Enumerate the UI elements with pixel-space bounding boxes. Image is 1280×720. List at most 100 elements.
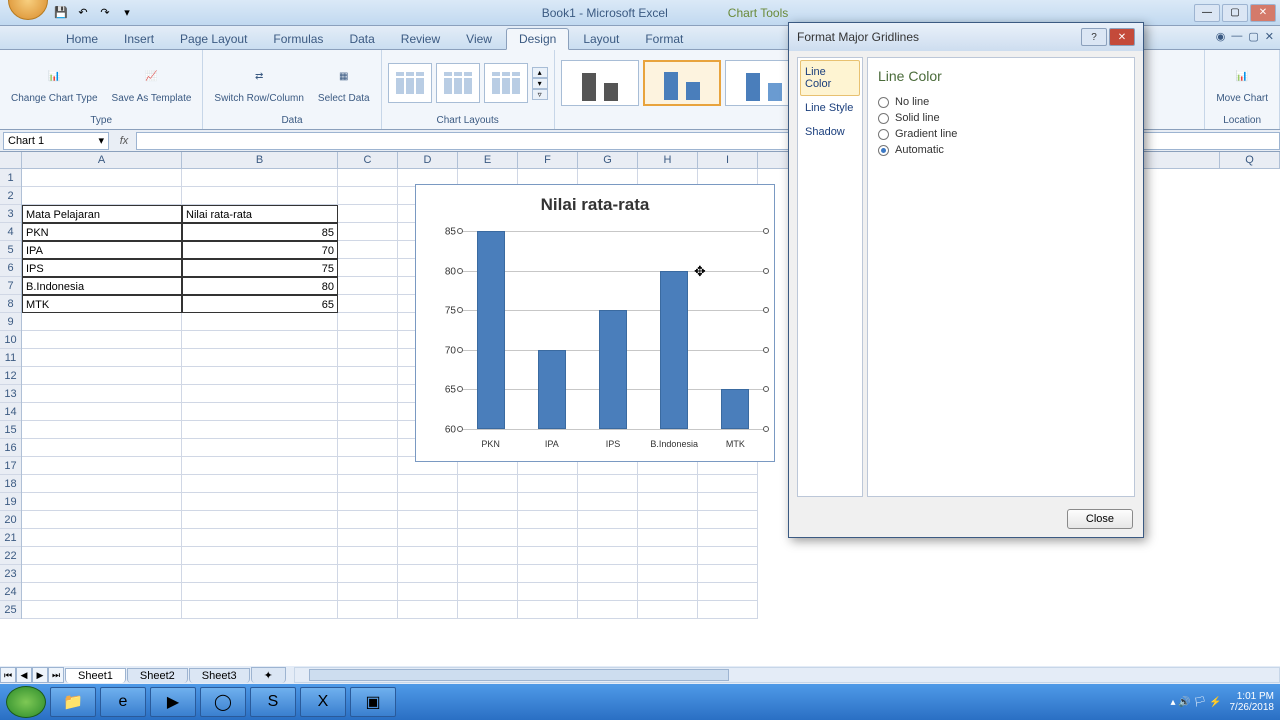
- cell[interactable]: [182, 169, 338, 187]
- chart-style-1[interactable]: [561, 60, 639, 106]
- new-sheet-button[interactable]: ✦: [251, 667, 286, 683]
- chart-title[interactable]: Nilai rata-rata: [416, 185, 774, 221]
- cell[interactable]: [338, 529, 398, 547]
- row-header[interactable]: 13: [0, 385, 21, 403]
- tab-nav-first-icon[interactable]: ⏮: [0, 667, 16, 683]
- row-header[interactable]: 18: [0, 475, 21, 493]
- row-header[interactable]: 17: [0, 457, 21, 475]
- row-header[interactable]: 23: [0, 565, 21, 583]
- gridline[interactable]: 85: [460, 231, 766, 232]
- tab-formulas[interactable]: Formulas: [261, 29, 335, 49]
- cell[interactable]: [578, 601, 638, 619]
- row-header[interactable]: 14: [0, 403, 21, 421]
- cell[interactable]: [338, 565, 398, 583]
- cell[interactable]: [638, 511, 698, 529]
- cell[interactable]: IPA: [22, 241, 182, 259]
- tab-insert[interactable]: Insert: [112, 29, 166, 49]
- cell[interactable]: [578, 493, 638, 511]
- cell[interactable]: [182, 493, 338, 511]
- cell[interactable]: [22, 475, 182, 493]
- cell[interactable]: [182, 421, 338, 439]
- horizontal-scrollbar[interactable]: [294, 667, 1280, 683]
- doc-close-icon[interactable]: ✕: [1265, 30, 1274, 43]
- cell[interactable]: [338, 439, 398, 457]
- row-header[interactable]: 1: [0, 169, 21, 187]
- chart-bar[interactable]: [538, 350, 566, 429]
- cell[interactable]: [518, 547, 578, 565]
- row-header[interactable]: 3: [0, 205, 21, 223]
- taskbar-media-icon[interactable]: ▶: [150, 687, 196, 717]
- name-box[interactable]: Chart 1▾: [3, 132, 109, 150]
- chart-layout-2[interactable]: [436, 63, 480, 103]
- tab-nav-next-icon[interactable]: ▶: [32, 667, 48, 683]
- col-header[interactable]: D: [398, 152, 458, 168]
- row-header[interactable]: 22: [0, 547, 21, 565]
- cell[interactable]: [338, 169, 398, 187]
- cell[interactable]: [518, 493, 578, 511]
- row-header[interactable]: 12: [0, 367, 21, 385]
- cell[interactable]: [182, 475, 338, 493]
- cell[interactable]: [338, 511, 398, 529]
- cell[interactable]: [458, 583, 518, 601]
- save-as-template-button[interactable]: 📈 Save As Template: [107, 60, 197, 107]
- row-header[interactable]: 16: [0, 439, 21, 457]
- nav-shadow[interactable]: Shadow: [800, 120, 860, 144]
- cell[interactable]: [22, 385, 182, 403]
- cell[interactable]: [338, 241, 398, 259]
- cell[interactable]: [22, 511, 182, 529]
- row-header[interactable]: 8: [0, 295, 21, 313]
- row-header[interactable]: 19: [0, 493, 21, 511]
- tab-nav-last-icon[interactable]: ⏭: [48, 667, 64, 683]
- cell[interactable]: [698, 583, 758, 601]
- cell[interactable]: [22, 529, 182, 547]
- cell[interactable]: [338, 367, 398, 385]
- cell[interactable]: 65: [182, 295, 338, 313]
- qat-undo-icon[interactable]: ↶: [74, 4, 92, 22]
- row-header[interactable]: 20: [0, 511, 21, 529]
- cell[interactable]: [638, 547, 698, 565]
- cell[interactable]: [398, 493, 458, 511]
- cell[interactable]: [638, 583, 698, 601]
- cell[interactable]: [22, 493, 182, 511]
- cell[interactable]: [698, 601, 758, 619]
- tab-home[interactable]: Home: [54, 29, 110, 49]
- row-header[interactable]: 15: [0, 421, 21, 439]
- radio-gradient-line[interactable]: Gradient line: [878, 126, 1124, 142]
- cell[interactable]: [578, 565, 638, 583]
- window-minimize-icon[interactable]: —: [1194, 4, 1220, 22]
- row-header[interactable]: 5: [0, 241, 21, 259]
- nav-line-color[interactable]: Line Color: [800, 60, 860, 96]
- cell[interactable]: [22, 313, 182, 331]
- chart-layout-1[interactable]: [388, 63, 432, 103]
- taskbar-excel-icon[interactable]: X: [300, 687, 346, 717]
- move-chart-button[interactable]: 📊 Move Chart: [1211, 60, 1273, 107]
- cell[interactable]: [182, 367, 338, 385]
- row-header[interactable]: 24: [0, 583, 21, 601]
- cell[interactable]: [22, 457, 182, 475]
- cell[interactable]: [518, 511, 578, 529]
- cell[interactable]: [338, 259, 398, 277]
- cell[interactable]: B.Indonesia: [22, 277, 182, 295]
- taskbar-explorer-icon[interactable]: 📁: [50, 687, 96, 717]
- select-all-corner[interactable]: [0, 152, 22, 168]
- cell[interactable]: [338, 331, 398, 349]
- col-header[interactable]: F: [518, 152, 578, 168]
- taskbar-chrome-icon[interactable]: ◯: [200, 687, 246, 717]
- chart-bar[interactable]: [599, 310, 627, 429]
- row-header[interactable]: 6: [0, 259, 21, 277]
- col-header[interactable]: I: [698, 152, 758, 168]
- close-button[interactable]: Close: [1067, 509, 1133, 529]
- cell[interactable]: [182, 547, 338, 565]
- cell[interactable]: [22, 349, 182, 367]
- nav-line-style[interactable]: Line Style: [800, 96, 860, 120]
- cell[interactable]: [458, 475, 518, 493]
- cell[interactable]: [338, 187, 398, 205]
- cell[interactable]: [22, 367, 182, 385]
- col-header[interactable]: G: [578, 152, 638, 168]
- cell[interactable]: [22, 331, 182, 349]
- cell[interactable]: 70: [182, 241, 338, 259]
- cell[interactable]: [22, 547, 182, 565]
- col-header[interactable]: C: [338, 152, 398, 168]
- cell[interactable]: 80: [182, 277, 338, 295]
- cell[interactable]: [22, 187, 182, 205]
